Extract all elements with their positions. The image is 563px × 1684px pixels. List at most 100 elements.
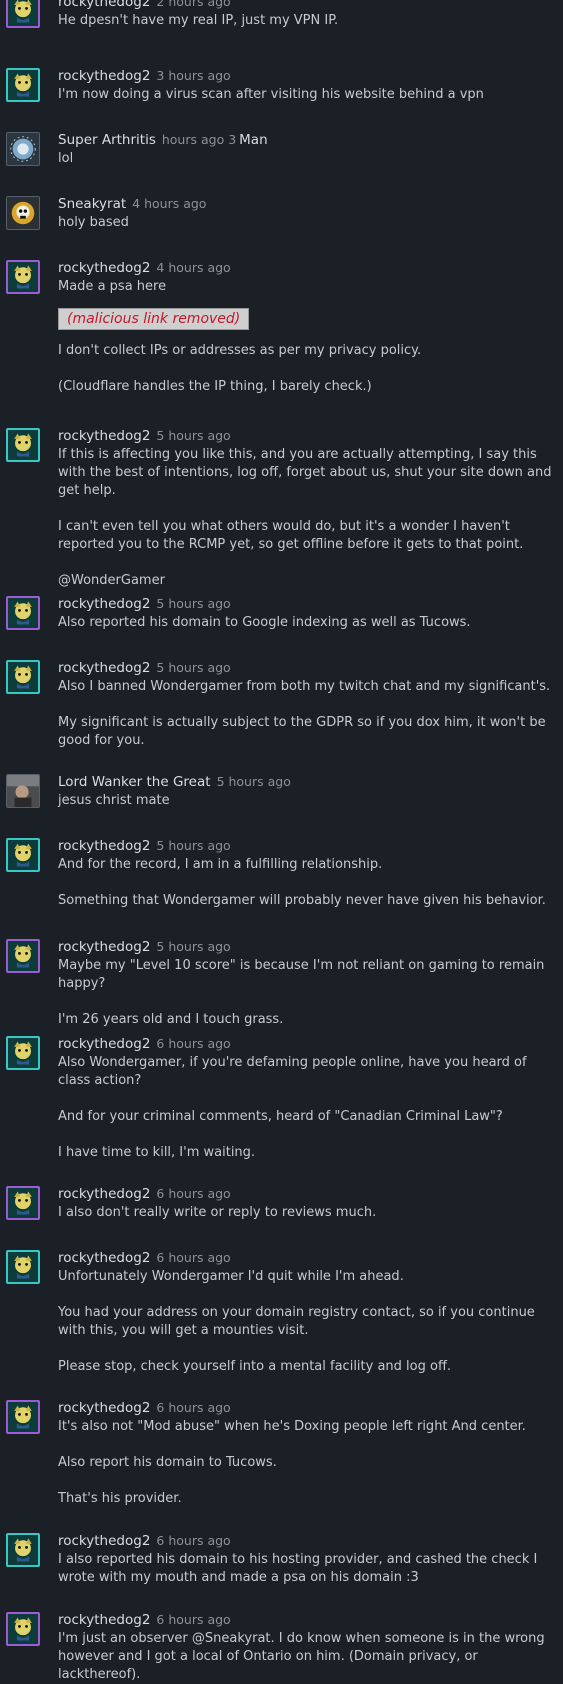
comment-author[interactable]: Lord Wanker the Great — [58, 774, 211, 790]
comment-text: jesus christ mate — [58, 793, 170, 808]
comment-author[interactable]: rockythedog2 — [58, 660, 150, 676]
comment-text: Also I banned Wondergamer from both my t… — [58, 679, 551, 694]
photo-avatar-icon — [7, 775, 39, 807]
comment-author[interactable]: rockythedog2 — [58, 0, 150, 10]
comment-timestamp: hours ago 3 — [161, 132, 237, 147]
comment-timestamp: 4 hours ago — [132, 196, 207, 211]
dog-avatar-icon — [8, 430, 38, 460]
dog-avatar-icon — [8, 262, 38, 292]
comment-text: holy based — [58, 215, 129, 230]
avatar[interactable] — [6, 1400, 40, 1434]
comment-timestamp: 6 hours ago — [156, 1186, 231, 1201]
skull-avatar-icon — [7, 197, 39, 229]
dog-avatar-icon — [8, 70, 38, 100]
comment-text: lol — [58, 151, 74, 166]
comment-text: And for your criminal comments, heard of… — [58, 1109, 503, 1124]
removed-link-notice: (malicious link removed) — [58, 308, 250, 330]
comment-author[interactable]: rockythedog2 — [58, 1533, 150, 1549]
comment-text: It's also not "Mod abuse" when he's Doxi… — [58, 1419, 526, 1434]
comment-text: (Cloudflare handles the IP thing, I bare… — [58, 379, 372, 394]
comment-text: I'm just an observer @Sneakyrat. I do kn… — [58, 1631, 545, 1682]
dog-avatar-icon — [8, 662, 38, 692]
comment-text: Maybe my "Level 10 score" is because I'm… — [58, 958, 545, 991]
dog-avatar-icon — [8, 1614, 38, 1644]
comment-author[interactable]: rockythedog2 — [58, 1186, 150, 1202]
dog-avatar-icon — [8, 598, 38, 628]
comment-text: I don't collect IPs or addresses as per … — [58, 343, 422, 358]
dog-avatar-icon — [8, 1188, 38, 1218]
avatar[interactable] — [6, 660, 40, 694]
comment-author[interactable]: rockythedog2 — [58, 68, 150, 84]
dog-avatar-icon — [8, 0, 38, 26]
avatar[interactable] — [6, 939, 40, 973]
comment-text: Something that Wondergamer will probably… — [58, 893, 546, 908]
avatar[interactable] — [6, 596, 40, 630]
avatar[interactable] — [6, 1186, 40, 1220]
avatar[interactable] — [6, 260, 40, 294]
comment-text: He dpesn't have my real IP, just my VPN … — [58, 13, 339, 28]
comment-timestamp: 5 hours ago — [156, 838, 231, 853]
comment-author[interactable]: rockythedog2 — [58, 939, 150, 955]
comment-text: Please stop, check yourself into a menta… — [58, 1359, 452, 1374]
comment-timestamp: 5 hours ago — [156, 428, 231, 443]
comment-timestamp: 6 hours ago — [156, 1400, 231, 1415]
dog-avatar-icon — [8, 1252, 38, 1282]
dog-avatar-icon — [8, 1402, 38, 1432]
avatar[interactable] — [6, 132, 40, 166]
comment-text: I can't even tell you what others would … — [58, 519, 524, 552]
comment-text: That's his provider. — [58, 1491, 182, 1506]
comment-timestamp: 5 hours ago — [156, 939, 231, 954]
comment-text: I have time to kill, I'm waiting. — [58, 1145, 256, 1160]
comment-author[interactable]: rockythedog2 — [58, 260, 150, 276]
comment-text: I also reported his domain to his hostin… — [58, 1552, 538, 1585]
comment-timestamp: 3 hours ago — [156, 68, 231, 83]
comment-timestamp: 5 hours ago — [216, 774, 291, 789]
comment-author[interactable]: rockythedog2 — [58, 596, 150, 612]
comment-text: Also Wondergamer, if you're defaming peo… — [58, 1055, 527, 1088]
comment-text: And for the record, I am in a fulfilling… — [58, 857, 383, 872]
comment-author[interactable]: rockythedog2 — [58, 428, 150, 444]
comment-timestamp: 6 hours ago — [156, 1036, 231, 1051]
dog-avatar-icon — [8, 840, 38, 870]
comment-text: Also report his domain to Tucows. — [58, 1455, 277, 1470]
comment-text: Made a psa here — [58, 279, 167, 294]
dog-avatar-icon — [8, 1535, 38, 1565]
comment-author[interactable]: rockythedog2 — [58, 1400, 150, 1416]
avatar[interactable] — [6, 774, 40, 808]
comment-timestamp: 4 hours ago — [156, 260, 231, 275]
comment-author[interactable]: rockythedog2 — [58, 838, 150, 854]
dog-avatar-icon — [8, 1038, 38, 1068]
comment-text: If this is affecting you like this, and … — [58, 447, 552, 498]
avatar[interactable] — [6, 838, 40, 872]
mention: @WonderGamer — [58, 573, 165, 588]
comment-text: Also reported his domain to Google index… — [58, 615, 471, 630]
avatar[interactable] — [6, 1036, 40, 1070]
dog-avatar-icon — [8, 941, 38, 971]
comment-text: My significant is actually subject to th… — [58, 715, 546, 748]
comment-timestamp: 5 hours ago — [156, 660, 231, 675]
avatar[interactable] — [6, 68, 40, 102]
avatar[interactable] — [6, 0, 40, 28]
comment-author[interactable]: rockythedog2 — [58, 1250, 150, 1266]
comment-timestamp: 6 hours ago — [156, 1533, 231, 1548]
author-suffix: Man — [239, 132, 268, 148]
comment-timestamp: 5 hours ago — [156, 596, 231, 611]
comment-text: I also don't really write or reply to re… — [58, 1205, 377, 1220]
comment-author[interactable]: Super Arthritis — [58, 132, 156, 148]
comment-text: You had your address on your domain regi… — [58, 1305, 535, 1338]
comment-timestamp: 6 hours ago — [156, 1250, 231, 1265]
comment-text: I'm 26 years old and I touch grass. — [58, 1012, 284, 1027]
comment-author[interactable]: Sneakyrat — [58, 196, 126, 212]
comment-text: I'm now doing a virus scan after visitin… — [58, 87, 484, 102]
avatar[interactable] — [6, 1533, 40, 1567]
avatar[interactable] — [6, 428, 40, 462]
avatar[interactable] — [6, 1250, 40, 1284]
avatar[interactable] — [6, 196, 40, 230]
avatar[interactable] — [6, 1612, 40, 1646]
comment-timestamp: 2 hours ago — [156, 0, 231, 9]
comment-author[interactable]: rockythedog2 — [58, 1036, 150, 1052]
planet-avatar-icon — [7, 133, 39, 165]
comment-text: Unfortunately Wondergamer I'd quit while… — [58, 1269, 404, 1284]
comment-author[interactable]: rockythedog2 — [58, 1612, 150, 1628]
comment-timestamp: 6 hours ago — [156, 1612, 231, 1627]
